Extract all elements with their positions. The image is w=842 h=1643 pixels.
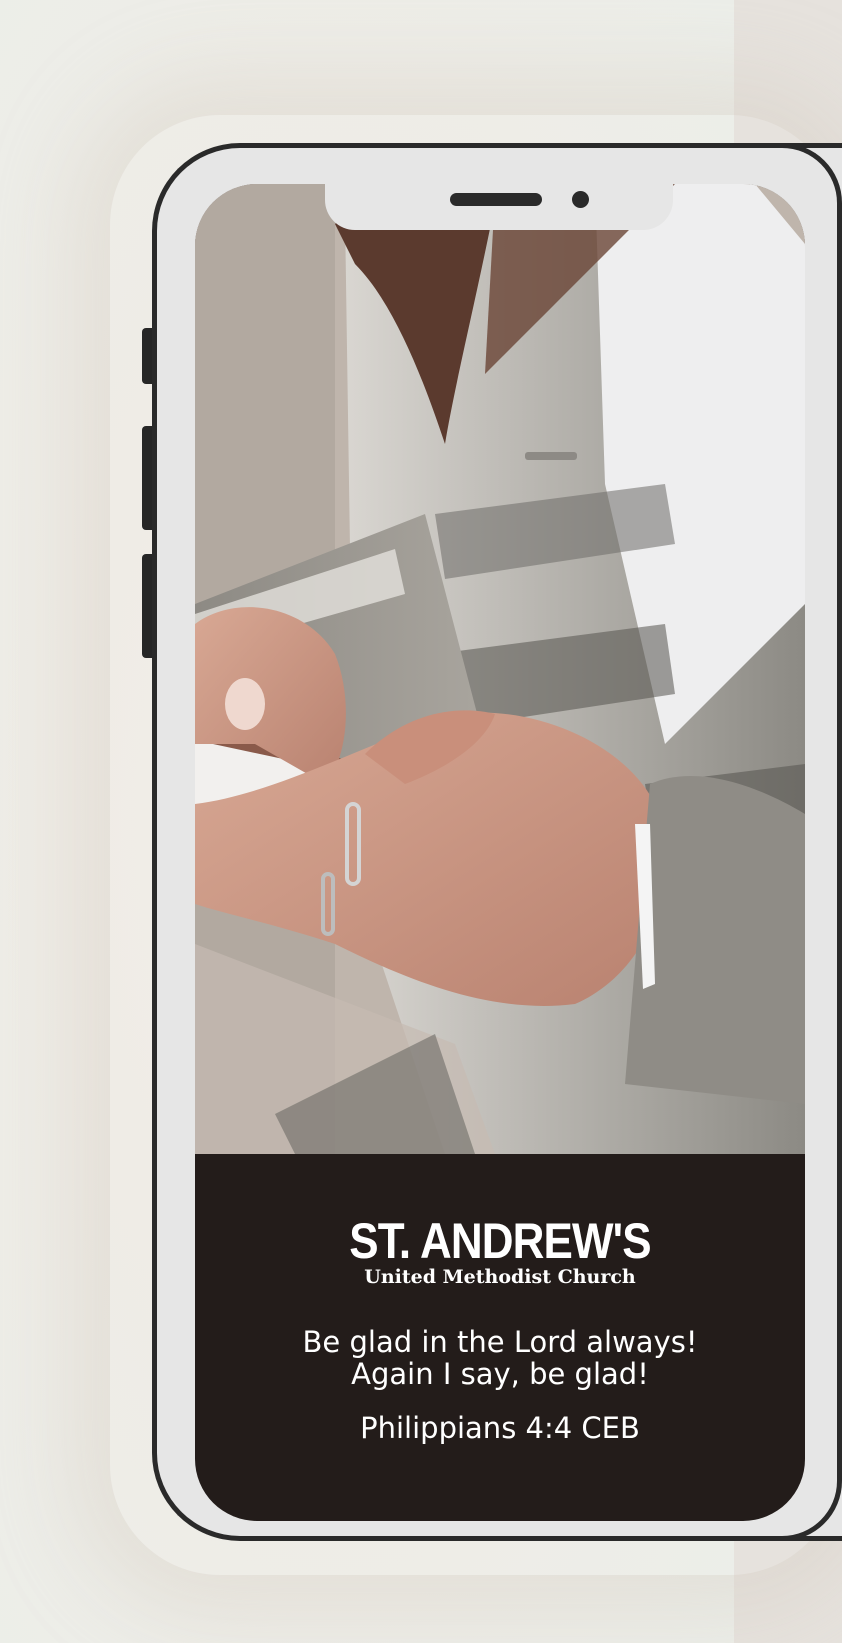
speaker-grille	[450, 193, 542, 206]
verse-line-2: Again I say, be glad!	[351, 1357, 649, 1391]
verse-reference: Philippians 4:4 CEB	[360, 1411, 640, 1445]
caption-panel: ST. ANDREW'S United Methodist Church Be …	[195, 1154, 805, 1521]
verse-text: Be glad in the Lord always! Again I say,…	[195, 1326, 805, 1390]
hands-typing-on-smartphone-photo	[195, 184, 805, 1154]
phone-screen: ST. ANDREW'S United Methodist Church Be …	[195, 184, 805, 1521]
verse-line-1: Be glad in the Lord always!	[302, 1325, 698, 1359]
volume-down-button	[142, 554, 152, 658]
mute-switch	[142, 328, 152, 384]
church-name: ST. ANDREW'S	[349, 1213, 651, 1269]
front-camera-icon	[572, 191, 589, 208]
volume-up-button	[142, 426, 152, 530]
church-subtitle: United Methodist Church	[364, 1266, 636, 1288]
